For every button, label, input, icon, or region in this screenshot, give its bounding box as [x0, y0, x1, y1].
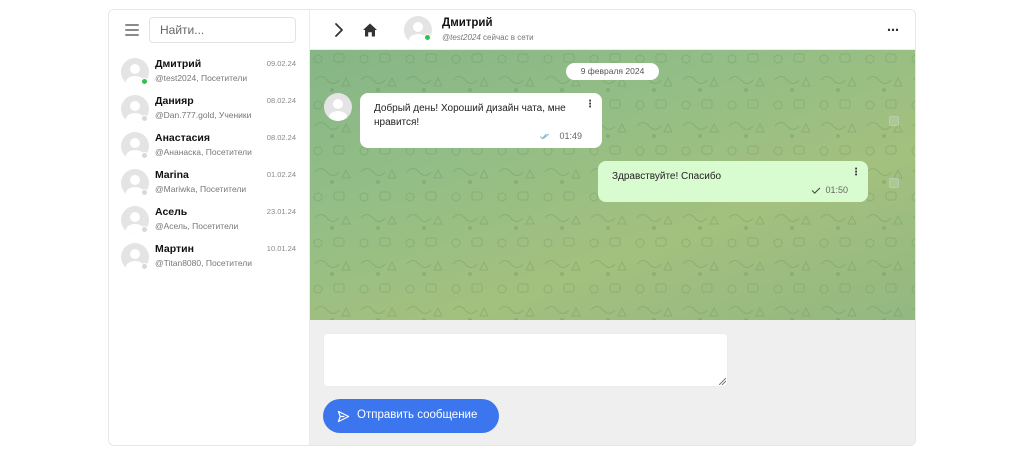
contact-date: 09.02.24 [266, 59, 296, 68]
search-input[interactable] [149, 17, 296, 43]
contact-date: 10.01.24 [266, 244, 296, 253]
message-area[interactable]: 9 февраля 2024 Добрый день! Хороший диза… [310, 50, 915, 320]
chat-contact-status: @test2024 сейчас в сети [442, 33, 534, 42]
menu-icon[interactable] [125, 24, 139, 36]
contact-item[interactable]: Анастасия @Ананаска, Посетители 08.02.24 [109, 128, 309, 165]
resize-handle-icon[interactable] [719, 378, 726, 385]
contact-name: Данияр [155, 95, 194, 107]
message-time: 01:49 [559, 131, 582, 141]
home-icon[interactable] [362, 22, 378, 38]
send-message-button[interactable]: Отправить сообщение [323, 399, 499, 433]
contact-item[interactable]: Асель @Асель, Посетители 23.01.24 [109, 202, 309, 239]
date-divider: 9 февраля 2024 [566, 63, 659, 80]
message-input[interactable] [323, 333, 728, 387]
message-avatar [324, 93, 352, 121]
contact-name: Marina [155, 169, 189, 181]
contact-handle: @Асель, Посетители [155, 221, 239, 231]
read-check-icon [540, 133, 550, 140]
contact-date: 01.02.24 [266, 170, 296, 179]
message-text: Добрый день! Хороший дизайн чата, мне нр… [374, 103, 566, 128]
contact-date: 08.02.24 [266, 96, 296, 105]
online-status-text: сейчас в сети [483, 33, 534, 42]
contact-date: 08.02.24 [266, 133, 296, 142]
offline-status-dot [141, 152, 148, 159]
outgoing-message[interactable]: Здравствуйте! Спасибо ⋮ 01:50 [598, 161, 868, 202]
contact-name: Асель [155, 206, 188, 218]
contact-name: Анастасия [155, 132, 211, 144]
contact-item[interactable]: Мартин @Titan8080, Посетители 10.01.24 [109, 239, 309, 276]
incoming-message[interactable]: Добрый день! Хороший дизайн чата, мне нр… [360, 93, 602, 148]
send-button-label: Отправить сообщение [357, 409, 478, 421]
offline-status-dot [141, 263, 148, 270]
contact-handle: @Ананаска, Посетители [155, 147, 252, 157]
message-time: 01:50 [825, 185, 848, 195]
contact-handle: @Titan8080, Посетители [155, 258, 252, 268]
offline-status-dot [141, 115, 148, 122]
message-menu-icon[interactable]: ⋮ [851, 167, 861, 178]
contact-item[interactable]: Дмитрий @test2024, Посетители 09.02.24 [109, 54, 309, 91]
contact-list: Дмитрий @test2024, Посетители 09.02.24 Д… [109, 54, 309, 276]
offline-status-dot [141, 189, 148, 196]
message-composer: Отправить сообщение [310, 320, 915, 445]
contact-item[interactable]: Данияр @Dan.777.gold, Ученики 08.02.24 [109, 91, 309, 128]
sidebar-top [109, 10, 309, 50]
chat-contact-name: Дмитрий [442, 17, 493, 29]
chat-app: Дмитрий @test2024, Посетители 09.02.24 Д… [108, 9, 916, 446]
contact-name: Дмитрий [155, 58, 202, 70]
contact-handle: @test2024, Посетители [155, 73, 248, 83]
more-icon[interactable]: ⋯ [887, 23, 899, 37]
chat-panel: Дмитрий @test2024 сейчас в сети ⋯ 9 февр… [310, 10, 915, 445]
message-select-checkbox[interactable] [889, 178, 899, 188]
contact-name: Мартин [155, 243, 194, 255]
chat-header: Дмитрий @test2024 сейчас в сети ⋯ [310, 10, 915, 50]
contact-item[interactable]: Marina @Mariwka, Посетители 01.02.24 [109, 165, 309, 202]
send-icon [337, 410, 350, 423]
contact-handle: @Dan.777.gold, Ученики [155, 110, 252, 120]
online-status-dot [424, 34, 431, 41]
message-text: Здравствуйте! Спасибо [612, 171, 722, 182]
offline-status-dot [141, 226, 148, 233]
message-menu-icon[interactable]: ⋮ [585, 99, 595, 110]
chevron-right-icon[interactable] [332, 22, 346, 38]
contact-handle: @Mariwka, Посетители [155, 184, 247, 194]
contact-date: 23.01.24 [266, 207, 296, 216]
online-status-dot [141, 78, 148, 85]
chat-contact-handle: @test2024 [442, 33, 481, 42]
sent-check-icon [811, 187, 821, 194]
sidebar: Дмитрий @test2024, Посетители 09.02.24 Д… [109, 10, 310, 445]
message-select-checkbox[interactable] [889, 116, 899, 126]
